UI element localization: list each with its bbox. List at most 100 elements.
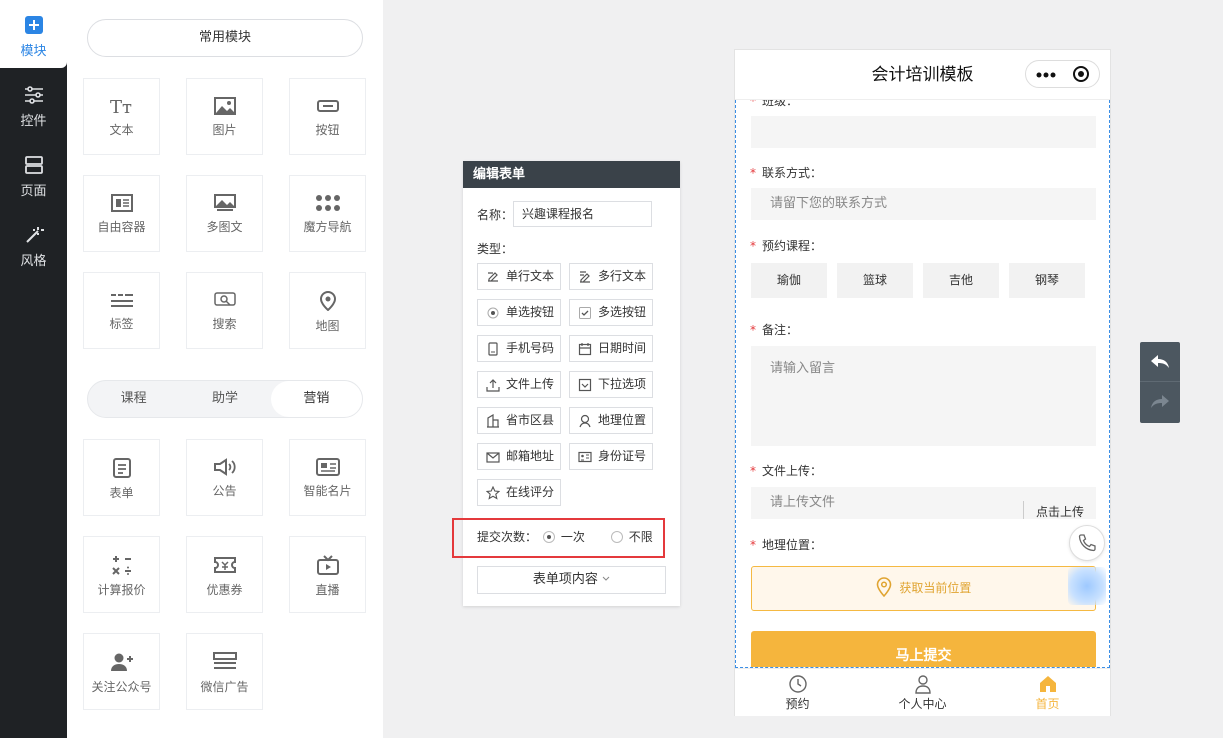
- location-icon: [579, 414, 591, 428]
- file-input[interactable]: 请上传文件 点击上传: [751, 487, 1096, 519]
- contact-input[interactable]: 请留下您的联系方式: [751, 188, 1096, 220]
- tile-notice[interactable]: 公告: [186, 439, 263, 516]
- class-input[interactable]: [751, 116, 1096, 148]
- note-textarea[interactable]: 请输入留言: [751, 346, 1096, 446]
- ad-icon: [212, 652, 237, 669]
- type-checkbox[interactable]: 多选按钮: [569, 299, 653, 326]
- tile-label: 按钮: [315, 123, 340, 137]
- id-card-icon: [578, 451, 592, 463]
- tile-calculator[interactable]: 计算报价: [83, 536, 160, 613]
- type-id-card[interactable]: 身份证号: [569, 443, 653, 470]
- map-pin-icon: [876, 577, 891, 598]
- upload-button[interactable]: 点击上传: [1023, 501, 1096, 519]
- type-label-text: 在线评分: [506, 485, 555, 499]
- mini-program-capsule[interactable]: [1025, 60, 1100, 88]
- type-location[interactable]: 地理位置: [569, 407, 653, 434]
- editor-title: 编辑表单: [463, 161, 680, 188]
- form-name-input[interactable]: 兴趣课程报名: [513, 201, 652, 227]
- type-region[interactable]: 省市区县: [477, 407, 561, 434]
- tile-search[interactable]: 搜索: [186, 272, 263, 349]
- tile-image[interactable]: 图片: [186, 78, 263, 155]
- tab-profile[interactable]: 个人中心: [860, 669, 985, 716]
- svg-text:Tт: Tт: [110, 97, 132, 115]
- tile-text[interactable]: Tт 文本: [83, 78, 160, 155]
- tile-tag[interactable]: 标签: [83, 272, 160, 349]
- get-location-button[interactable]: 获取当前位置: [751, 566, 1096, 611]
- upload-icon: [486, 379, 500, 392]
- sliders-icon: [24, 86, 43, 104]
- phone-icon: [488, 342, 498, 356]
- type-radio[interactable]: 单选按钮: [477, 299, 561, 326]
- tile-follow[interactable]: 关注公众号: [83, 633, 160, 710]
- undo-redo-panel: [1140, 342, 1180, 423]
- tv-icon: [316, 555, 339, 575]
- submit-button[interactable]: 马上提交: [751, 631, 1096, 667]
- tab-marketing[interactable]: 营销: [270, 381, 362, 417]
- tile-smart-card[interactable]: 智能名片: [289, 439, 366, 516]
- tile-label: 微信广告: [200, 680, 249, 694]
- type-label-text: 文件上传: [506, 377, 555, 391]
- type-rating[interactable]: 在线评分: [477, 479, 561, 506]
- course-option[interactable]: 篮球: [837, 263, 913, 298]
- tile-label: 文本: [109, 123, 134, 137]
- floating-blur-button[interactable]: [1068, 567, 1106, 605]
- search-icon: [213, 292, 236, 306]
- tab-assist[interactable]: 助学: [179, 381, 270, 417]
- edit-multi-icon: [580, 271, 590, 283]
- home-icon: [1039, 676, 1056, 692]
- tab-course[interactable]: 课程: [88, 381, 179, 417]
- course-option[interactable]: 钢琴: [1009, 263, 1085, 298]
- course-option[interactable]: 瑜伽: [751, 263, 827, 298]
- type-multi-line[interactable]: 多行文本: [569, 263, 653, 290]
- tile-container[interactable]: 自由容器: [83, 175, 160, 252]
- tile-map[interactable]: 地图: [289, 272, 366, 349]
- tab-home[interactable]: 首页: [985, 669, 1110, 716]
- nav-item-style[interactable]: 风格: [0, 212, 67, 280]
- type-phone[interactable]: 手机号码: [477, 335, 561, 362]
- tile-wechat-ad[interactable]: 微信广告: [186, 633, 263, 710]
- mail-icon: [486, 452, 500, 463]
- label-text: 文件上传：: [762, 464, 823, 478]
- chevron-down-icon: [602, 576, 610, 581]
- tile-grid-nav[interactable]: 魔方导航: [289, 175, 366, 252]
- tile-label: 直播: [315, 583, 340, 597]
- type-label-text: 日期时间: [598, 341, 647, 355]
- type-label-text: 邮箱地址: [506, 449, 555, 463]
- tile-label: 公告: [212, 484, 237, 498]
- label-text: 地理位置：: [762, 538, 823, 552]
- type-dropdown[interactable]: 下拉选项: [569, 371, 653, 398]
- type-label: 类型：: [477, 242, 514, 256]
- common-modules-header[interactable]: 常用模块: [87, 19, 363, 57]
- dropdown-icon: [578, 378, 592, 392]
- map-pin-icon: [319, 291, 336, 311]
- nav-item-controls[interactable]: 控件: [0, 72, 67, 140]
- tile-label: 魔方导航: [303, 220, 352, 234]
- tile-coupon[interactable]: 优惠券: [186, 536, 263, 613]
- tile-button[interactable]: 按钮: [289, 78, 366, 155]
- star-icon: [486, 486, 500, 500]
- label-text: 联系方式：: [762, 166, 823, 180]
- redo-button[interactable]: [1140, 382, 1180, 422]
- checkbox-icon: [579, 307, 591, 319]
- undo-button[interactable]: [1140, 342, 1180, 382]
- clock-icon: [788, 675, 807, 693]
- type-email[interactable]: 邮箱地址: [477, 443, 561, 470]
- plus-icon: [24, 16, 43, 34]
- tile-multi-image[interactable]: 多图文: [186, 175, 263, 252]
- type-label-text: 多行文本: [598, 269, 647, 283]
- tag-icon: [110, 294, 133, 307]
- form-preview: * 班级： * 联系方式： 请留下您的联系方式 * 预约课程： 瑜伽 篮球 吉他 钢琴…: [735, 100, 1110, 668]
- edit-line-icon: [488, 272, 498, 282]
- tab-appointment[interactable]: 预约: [735, 669, 860, 716]
- tile-form[interactable]: 表单: [83, 439, 160, 516]
- type-upload[interactable]: 文件上传: [477, 371, 561, 398]
- call-button[interactable]: [1069, 525, 1105, 561]
- course-option[interactable]: 吉他: [923, 263, 999, 298]
- form-items-content-button[interactable]: 表单项内容: [477, 566, 666, 594]
- tile-live[interactable]: 直播: [289, 536, 366, 613]
- left-nav: 模块 控件 页面 风格: [0, 0, 67, 738]
- nav-item-modules[interactable]: 模块: [0, 0, 67, 68]
- type-single-line[interactable]: 单行文本: [477, 263, 561, 290]
- nav-item-pages[interactable]: 页面: [0, 142, 67, 210]
- type-datetime[interactable]: 日期时间: [569, 335, 653, 362]
